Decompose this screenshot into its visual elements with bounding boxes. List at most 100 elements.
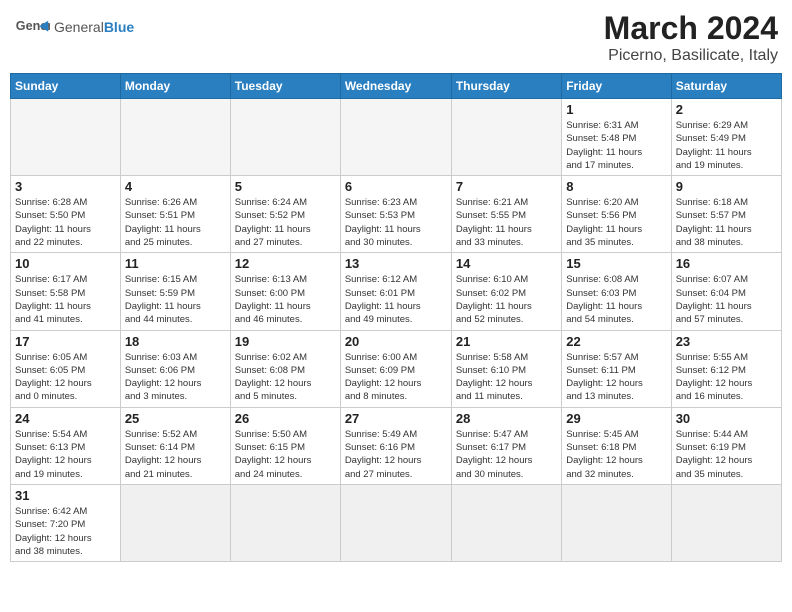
day-number: 8 <box>566 179 666 194</box>
calendar-week-5: 24 Sunrise: 5:54 AM Sunset: 6:13 PM Dayli… <box>11 407 782 484</box>
day-number: 24 <box>15 411 116 426</box>
day-info: Sunrise: 6:12 AM Sunset: 6:01 PM Dayligh… <box>345 273 447 326</box>
day-info: Sunrise: 5:55 AM Sunset: 6:12 PM Dayligh… <box>676 351 777 404</box>
calendar-cell: 9Sunrise: 6:18 AM Sunset: 5:57 PM Daylig… <box>671 176 781 253</box>
day-info: Sunrise: 6:29 AM Sunset: 5:49 PM Dayligh… <box>676 119 777 172</box>
calendar-week-6: 31Sunrise: 6:42 AM Sunset: 7:20 PM Dayli… <box>11 484 782 561</box>
day-info: Sunrise: 6:05 AM Sunset: 6:05 PM Dayligh… <box>15 351 116 404</box>
weekday-header-thursday: Thursday <box>451 74 561 99</box>
day-number: 3 <box>15 179 116 194</box>
day-number: 30 <box>676 411 777 426</box>
calendar-week-3: 10Sunrise: 6:17 AM Sunset: 5:58 PM Dayli… <box>11 253 782 330</box>
calendar-cell: 12 Sunrise: 6:13 AM Sunset: 6:00 PM Dayli… <box>230 253 340 330</box>
calendar-cell: 20 Sunrise: 6:00 AM Sunset: 6:09 PM Dayli… <box>340 330 451 407</box>
logo-general: GeneralBlue <box>54 20 134 35</box>
day-info: Sunrise: 6:28 AM Sunset: 5:50 PM Dayligh… <box>15 196 116 249</box>
day-info: Sunrise: 6:31 AM Sunset: 5:48 PM Dayligh… <box>566 119 666 172</box>
day-info: Sunrise: 6:24 AM Sunset: 5:52 PM Dayligh… <box>235 196 336 249</box>
day-info: Sunrise: 6:03 AM Sunset: 6:06 PM Dayligh… <box>125 351 226 404</box>
logo-icon: General <box>14 10 50 46</box>
calendar-table: SundayMondayTuesdayWednesdayThursdayFrid… <box>10 73 782 562</box>
calendar-cell <box>451 99 561 176</box>
day-number: 2 <box>676 102 777 117</box>
calendar-cell: 11 Sunrise: 6:15 AM Sunset: 5:59 PM Dayli… <box>120 253 230 330</box>
calendar-cell: 29Sunrise: 5:45 AM Sunset: 6:18 PM Dayli… <box>562 407 671 484</box>
day-info: Sunrise: 5:58 AM Sunset: 6:10 PM Dayligh… <box>456 351 557 404</box>
day-number: 20 <box>345 334 447 349</box>
day-info: Sunrise: 6:26 AM Sunset: 5:51 PM Dayligh… <box>125 196 226 249</box>
day-number: 17 <box>15 334 116 349</box>
day-info: Sunrise: 6:13 AM Sunset: 6:00 PM Dayligh… <box>235 273 336 326</box>
day-info: Sunrise: 6:23 AM Sunset: 5:53 PM Dayligh… <box>345 196 447 249</box>
day-info: Sunrise: 6:00 AM Sunset: 6:09 PM Dayligh… <box>345 351 447 404</box>
weekday-header-sunday: Sunday <box>11 74 121 99</box>
day-number: 26 <box>235 411 336 426</box>
calendar-cell: 21 Sunrise: 5:58 AM Sunset: 6:10 PM Dayli… <box>451 330 561 407</box>
day-number: 11 <box>125 256 226 271</box>
day-number: 5 <box>235 179 336 194</box>
calendar-cell: 28 Sunrise: 5:47 AM Sunset: 6:17 PM Dayli… <box>451 407 561 484</box>
calendar-cell: 26 Sunrise: 5:50 AM Sunset: 6:15 PM Dayli… <box>230 407 340 484</box>
day-number: 13 <box>345 256 447 271</box>
calendar-cell <box>340 99 451 176</box>
calendar-cell: 22 Sunrise: 5:57 AM Sunset: 6:11 PM Dayli… <box>562 330 671 407</box>
calendar-cell: 3 Sunrise: 6:28 AM Sunset: 5:50 PM Daylig… <box>11 176 121 253</box>
calendar-cell <box>230 484 340 561</box>
calendar-cell: 23 Sunrise: 5:55 AM Sunset: 6:12 PM Dayli… <box>671 330 781 407</box>
calendar-cell: 16Sunrise: 6:07 AM Sunset: 6:04 PM Dayli… <box>671 253 781 330</box>
calendar-week-4: 17 Sunrise: 6:05 AM Sunset: 6:05 PM Dayli… <box>11 330 782 407</box>
day-number: 7 <box>456 179 557 194</box>
month-title: March 2024 <box>604 10 778 47</box>
calendar-cell: 4 Sunrise: 6:26 AM Sunset: 5:51 PM Daylig… <box>120 176 230 253</box>
calendar-cell: 25Sunrise: 5:52 AM Sunset: 6:14 PM Dayli… <box>120 407 230 484</box>
logo: General GeneralBlue <box>14 10 134 46</box>
day-number: 10 <box>15 256 116 271</box>
day-number: 19 <box>235 334 336 349</box>
calendar-cell <box>340 484 451 561</box>
calendar-cell <box>120 484 230 561</box>
day-number: 9 <box>676 179 777 194</box>
weekday-header-monday: Monday <box>120 74 230 99</box>
day-info: Sunrise: 5:57 AM Sunset: 6:11 PM Dayligh… <box>566 351 666 404</box>
day-number: 15 <box>566 256 666 271</box>
day-number: 25 <box>125 411 226 426</box>
weekday-header-wednesday: Wednesday <box>340 74 451 99</box>
day-number: 1 <box>566 102 666 117</box>
calendar-cell: 5 Sunrise: 6:24 AM Sunset: 5:52 PM Daylig… <box>230 176 340 253</box>
calendar-cell: 14Sunrise: 6:10 AM Sunset: 6:02 PM Dayli… <box>451 253 561 330</box>
day-info: Sunrise: 5:47 AM Sunset: 6:17 PM Dayligh… <box>456 428 557 481</box>
day-number: 28 <box>456 411 557 426</box>
day-info: Sunrise: 5:50 AM Sunset: 6:15 PM Dayligh… <box>235 428 336 481</box>
day-number: 29 <box>566 411 666 426</box>
day-info: Sunrise: 6:10 AM Sunset: 6:02 PM Dayligh… <box>456 273 557 326</box>
calendar-cell: 8 Sunrise: 6:20 AM Sunset: 5:56 PM Daylig… <box>562 176 671 253</box>
calendar-cell: 10Sunrise: 6:17 AM Sunset: 5:58 PM Dayli… <box>11 253 121 330</box>
calendar-week-1: 1 Sunrise: 6:31 AM Sunset: 5:48 PM Daylig… <box>11 99 782 176</box>
day-info: Sunrise: 5:54 AM Sunset: 6:13 PM Dayligh… <box>15 428 116 481</box>
day-number: 21 <box>456 334 557 349</box>
location-title: Picerno, Basilicate, Italy <box>604 47 778 65</box>
weekday-header-friday: Friday <box>562 74 671 99</box>
calendar-cell <box>11 99 121 176</box>
calendar-cell: 24 Sunrise: 5:54 AM Sunset: 6:13 PM Dayli… <box>11 407 121 484</box>
day-number: 4 <box>125 179 226 194</box>
day-info: Sunrise: 6:20 AM Sunset: 5:56 PM Dayligh… <box>566 196 666 249</box>
calendar-cell: 27Sunrise: 5:49 AM Sunset: 6:16 PM Dayli… <box>340 407 451 484</box>
title-area: March 2024 Picerno, Basilicate, Italy <box>604 10 778 65</box>
day-info: Sunrise: 6:21 AM Sunset: 5:55 PM Dayligh… <box>456 196 557 249</box>
day-number: 23 <box>676 334 777 349</box>
day-info: Sunrise: 5:44 AM Sunset: 6:19 PM Dayligh… <box>676 428 777 481</box>
calendar-cell <box>120 99 230 176</box>
header: General GeneralBlue March 2024 Picerno, … <box>10 10 782 65</box>
calendar-cell <box>451 484 561 561</box>
calendar-cell: 6Sunrise: 6:23 AM Sunset: 5:53 PM Daylig… <box>340 176 451 253</box>
day-number: 27 <box>345 411 447 426</box>
day-info: Sunrise: 6:15 AM Sunset: 5:59 PM Dayligh… <box>125 273 226 326</box>
calendar-cell: 18Sunrise: 6:03 AM Sunset: 6:06 PM Dayli… <box>120 330 230 407</box>
day-number: 22 <box>566 334 666 349</box>
day-number: 16 <box>676 256 777 271</box>
calendar-cell: 1 Sunrise: 6:31 AM Sunset: 5:48 PM Daylig… <box>562 99 671 176</box>
calendar-week-2: 3 Sunrise: 6:28 AM Sunset: 5:50 PM Daylig… <box>11 176 782 253</box>
calendar-cell <box>562 484 671 561</box>
day-number: 12 <box>235 256 336 271</box>
